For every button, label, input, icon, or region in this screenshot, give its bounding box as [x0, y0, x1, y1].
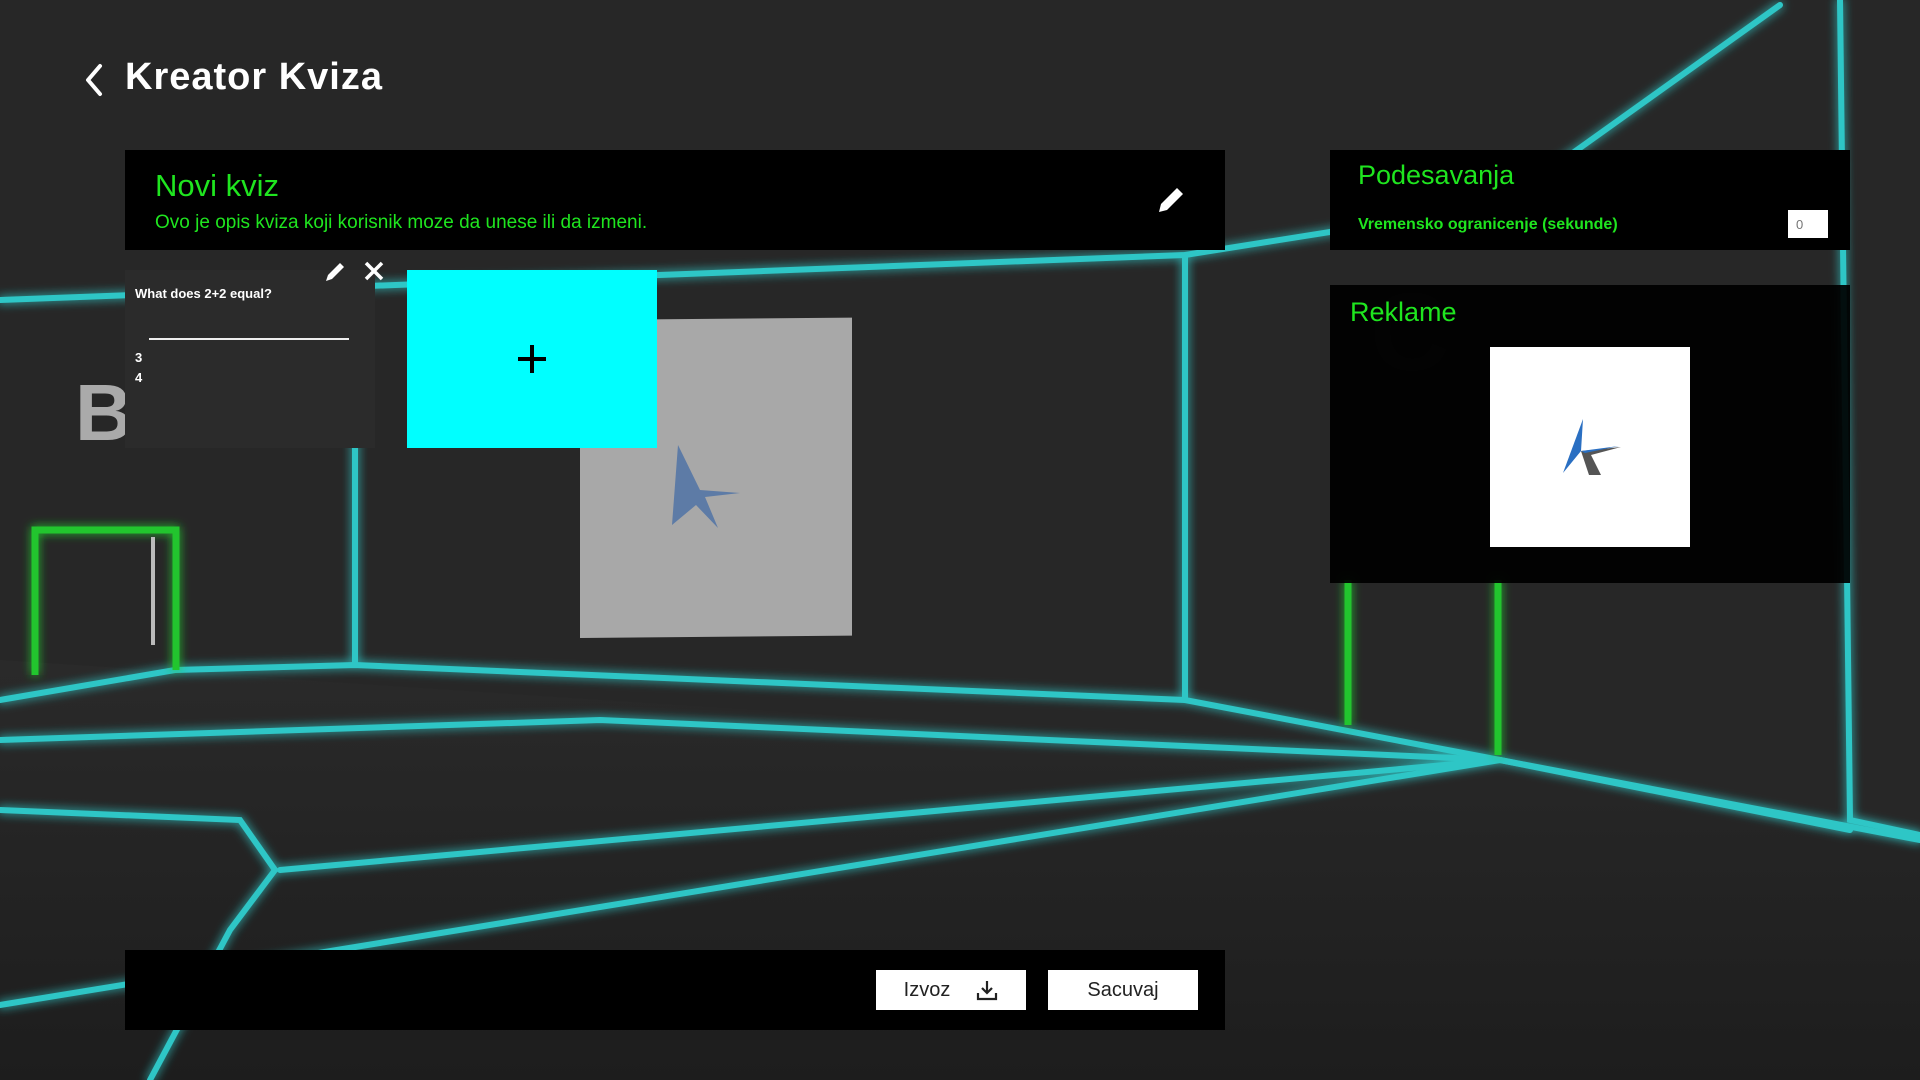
ads-title: Reklame — [1350, 297, 1457, 327]
ad-image[interactable] — [1490, 347, 1690, 547]
quiz-header-panel: Novi kviz Ovo je opis kviza koji korisni… — [125, 150, 1225, 250]
edit-question-button[interactable] — [323, 258, 349, 284]
save-label: Sacuvaj — [1087, 978, 1159, 1001]
edit-quiz-button[interactable] — [1153, 182, 1189, 218]
question-card[interactable]: What does 2+2 equal? 3 4 — [125, 261, 384, 448]
question-divider — [149, 338, 349, 340]
time-limit-input[interactable] — [1788, 210, 1828, 238]
export-button[interactable]: Izvoz — [876, 970, 1026, 1010]
pencil-icon — [326, 263, 344, 281]
page-title: Kreator Kviza — [125, 56, 383, 98]
settings-title: Podesavanja — [1358, 160, 1515, 190]
save-button[interactable]: Sacuvaj — [1048, 970, 1198, 1010]
chevron-left-icon — [86, 64, 102, 96]
quiz-title: Novi kviz — [155, 168, 280, 203]
answer-item: 3 — [135, 350, 143, 365]
pencil-icon — [1159, 188, 1183, 212]
quiz-description: Ovo je opis kviza koji korisnik moze da … — [155, 212, 648, 233]
back-button[interactable] — [80, 58, 110, 102]
bottom-bar: Izvoz Sacuvaj — [125, 950, 1225, 1030]
logo-icon — [1563, 419, 1621, 475]
plus-icon — [518, 345, 546, 373]
settings-panel: Podesavanja Vremensko ogranicenje (sekun… — [1330, 150, 1850, 250]
export-label: Izvoz — [903, 978, 951, 1001]
answer-item: 4 — [135, 370, 143, 385]
close-icon — [364, 261, 384, 281]
delete-question-button[interactable] — [361, 258, 387, 284]
ads-panel: Reklame — [1330, 285, 1850, 583]
add-question-button[interactable] — [407, 270, 657, 448]
question-text: What does 2+2 equal? — [135, 286, 272, 301]
download-icon — [977, 981, 998, 1001]
time-limit-label: Vremensko ogranicenje (sekunde) — [1358, 216, 1618, 233]
